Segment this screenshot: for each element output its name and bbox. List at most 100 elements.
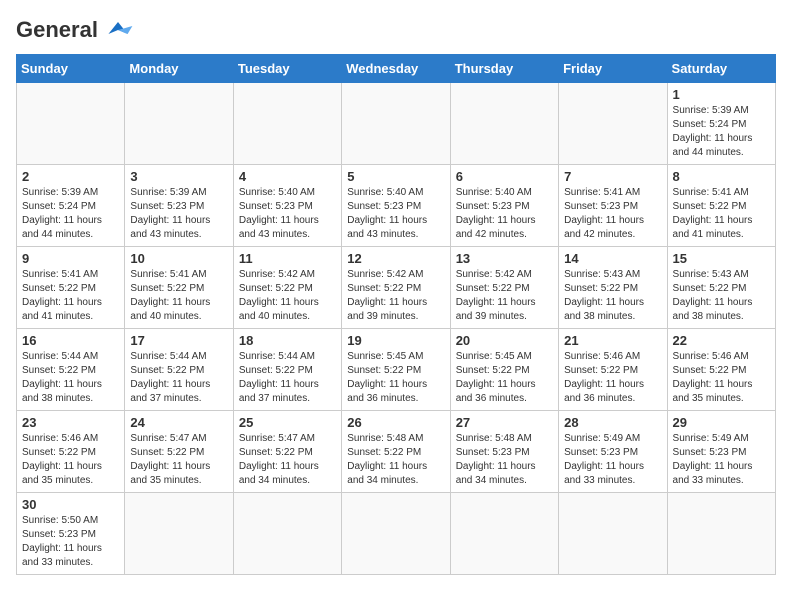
day-number: 29: [673, 415, 770, 430]
calendar-day-cell: 6Sunrise: 5:40 AM Sunset: 5:23 PM Daylig…: [450, 165, 558, 247]
calendar-week-row: 2 Sunrise: 5:39 AM Sunset: 5:24 PM Daylig…: [17, 165, 776, 247]
day-info: Sunrise: 5:43 AM Sunset: 5:22 PM Dayligh…: [673, 268, 770, 324]
day-info: Sunrise: 5:46 AM Sunset: 5:22 PM Dayligh…: [22, 432, 119, 488]
day-number: 18: [239, 333, 336, 348]
calendar-day-cell: 7 Sunrise: 5:41 AM Sunset: 5:23 PM Daylig…: [559, 165, 667, 247]
calendar-day-cell: 22 Sunrise: 5:46 AM Sunset: 5:22 PM Dayli…: [667, 329, 775, 411]
day-number: 22: [673, 333, 770, 348]
calendar-day-cell: 23 Sunrise: 5:46 AM Sunset: 5:22 PM Dayli…: [17, 411, 125, 493]
calendar-day-cell: 20 Sunrise: 5:45 AM Sunset: 5:22 PM Dayli…: [450, 329, 558, 411]
calendar-day-cell: 3 Sunrise: 5:39 AM Sunset: 5:23 PM Daylig…: [125, 165, 233, 247]
day-number: 20: [456, 333, 553, 348]
day-info: Sunrise: 5:46 AM Sunset: 5:22 PM Dayligh…: [673, 350, 770, 406]
day-number: 11: [239, 251, 336, 266]
calendar-day-cell: 25Sunrise: 5:47 AM Sunset: 5:22 PM Dayli…: [233, 411, 341, 493]
day-number: 13: [456, 251, 553, 266]
calendar-day-cell: 19 Sunrise: 5:45 AM Sunset: 5:22 PM Dayli…: [342, 329, 450, 411]
calendar-day-cell: [450, 83, 558, 165]
calendar-day-cell: 1 Sunrise: 5:39 AM Sunset: 5:24 PM Daylig…: [667, 83, 775, 165]
day-number: 4: [239, 169, 336, 184]
day-info: Sunrise: 5:49 AM Sunset: 5:23 PM Dayligh…: [673, 432, 770, 488]
day-number: 7: [564, 169, 661, 184]
day-number: 21: [564, 333, 661, 348]
day-number: 1: [673, 87, 770, 102]
calendar-day-cell: 27 Sunrise: 5:48 AM Sunset: 5:23 PM Dayli…: [450, 411, 558, 493]
calendar-week-row: 9 Sunrise: 5:41 AM Sunset: 5:22 PM Daylig…: [17, 247, 776, 329]
calendar-day-cell: 10 Sunrise: 5:41 AM Sunset: 5:22 PM Dayli…: [125, 247, 233, 329]
day-number: 17: [130, 333, 227, 348]
day-info: Sunrise: 5:39 AM Sunset: 5:23 PM Dayligh…: [130, 186, 227, 242]
day-info: Sunrise: 5:50 AM Sunset: 5:23 PM Dayligh…: [22, 514, 119, 570]
calendar-day-cell: 4Sunrise: 5:40 AM Sunset: 5:23 PM Daylig…: [233, 165, 341, 247]
calendar-day-cell: [667, 493, 775, 575]
day-info: Sunrise: 5:48 AM Sunset: 5:23 PM Dayligh…: [456, 432, 553, 488]
calendar-day-cell: 21 Sunrise: 5:46 AM Sunset: 5:22 PM Dayli…: [559, 329, 667, 411]
day-number: 26: [347, 415, 444, 430]
day-number: 27: [456, 415, 553, 430]
day-number: 24: [130, 415, 227, 430]
calendar-day-cell: [233, 493, 341, 575]
weekday-header-friday: Friday: [559, 55, 667, 83]
calendar-day-cell: 15 Sunrise: 5:43 AM Sunset: 5:22 PM Dayli…: [667, 247, 775, 329]
weekday-header-wednesday: Wednesday: [342, 55, 450, 83]
day-info: Sunrise: 5:42 AM Sunset: 5:22 PM Dayligh…: [456, 268, 553, 324]
day-number: 19: [347, 333, 444, 348]
calendar-day-cell: 30 Sunrise: 5:50 AM Sunset: 5:23 PM Dayli…: [17, 493, 125, 575]
calendar-week-row: 1 Sunrise: 5:39 AM Sunset: 5:24 PM Daylig…: [17, 83, 776, 165]
calendar-week-row: 30 Sunrise: 5:50 AM Sunset: 5:23 PM Dayli…: [17, 493, 776, 575]
calendar-day-cell: 17 Sunrise: 5:44 AM Sunset: 5:22 PM Dayli…: [125, 329, 233, 411]
day-number: 23: [22, 415, 119, 430]
day-number: 30: [22, 497, 119, 512]
calendar-day-cell: [125, 83, 233, 165]
weekday-header-tuesday: Tuesday: [233, 55, 341, 83]
calendar-table: SundayMondayTuesdayWednesdayThursdayFrid…: [16, 54, 776, 575]
day-info: Sunrise: 5:44 AM Sunset: 5:22 PM Dayligh…: [22, 350, 119, 406]
logo: General: [16, 16, 134, 44]
day-number: 16: [22, 333, 119, 348]
day-info: Sunrise: 5:43 AM Sunset: 5:22 PM Dayligh…: [564, 268, 661, 324]
day-info: Sunrise: 5:40 AM Sunset: 5:23 PM Dayligh…: [456, 186, 553, 242]
day-number: 10: [130, 251, 227, 266]
calendar-day-cell: [559, 83, 667, 165]
day-info: Sunrise: 5:42 AM Sunset: 5:22 PM Dayligh…: [347, 268, 444, 324]
day-info: Sunrise: 5:42 AM Sunset: 5:22 PM Dayligh…: [239, 268, 336, 324]
day-info: Sunrise: 5:39 AM Sunset: 5:24 PM Dayligh…: [22, 186, 119, 242]
logo-general-text: General: [16, 17, 98, 43]
day-number: 3: [130, 169, 227, 184]
calendar-day-cell: 12 Sunrise: 5:42 AM Sunset: 5:22 PM Dayli…: [342, 247, 450, 329]
day-info: Sunrise: 5:39 AM Sunset: 5:24 PM Dayligh…: [673, 104, 770, 160]
day-info: Sunrise: 5:44 AM Sunset: 5:22 PM Dayligh…: [239, 350, 336, 406]
calendar-day-cell: 14Sunrise: 5:43 AM Sunset: 5:22 PM Dayli…: [559, 247, 667, 329]
calendar-day-cell: [450, 493, 558, 575]
day-info: Sunrise: 5:41 AM Sunset: 5:23 PM Dayligh…: [564, 186, 661, 242]
calendar-day-cell: [342, 493, 450, 575]
day-info: Sunrise: 5:41 AM Sunset: 5:22 PM Dayligh…: [130, 268, 227, 324]
calendar-day-cell: 9 Sunrise: 5:41 AM Sunset: 5:22 PM Daylig…: [17, 247, 125, 329]
day-number: 2: [22, 169, 119, 184]
weekday-header-monday: Monday: [125, 55, 233, 83]
day-number: 8: [673, 169, 770, 184]
day-info: Sunrise: 5:48 AM Sunset: 5:22 PM Dayligh…: [347, 432, 444, 488]
calendar-day-cell: [125, 493, 233, 575]
day-number: 15: [673, 251, 770, 266]
day-info: Sunrise: 5:46 AM Sunset: 5:22 PM Dayligh…: [564, 350, 661, 406]
weekday-header-row: SundayMondayTuesdayWednesdayThursdayFrid…: [17, 55, 776, 83]
calendar-day-cell: 2 Sunrise: 5:39 AM Sunset: 5:24 PM Daylig…: [17, 165, 125, 247]
day-info: Sunrise: 5:45 AM Sunset: 5:22 PM Dayligh…: [456, 350, 553, 406]
calendar-day-cell: [559, 493, 667, 575]
calendar-day-cell: [342, 83, 450, 165]
calendar-day-cell: 5Sunrise: 5:40 AM Sunset: 5:23 PM Daylig…: [342, 165, 450, 247]
day-number: 5: [347, 169, 444, 184]
day-info: Sunrise: 5:44 AM Sunset: 5:22 PM Dayligh…: [130, 350, 227, 406]
day-number: 9: [22, 251, 119, 266]
calendar-day-cell: 28Sunrise: 5:49 AM Sunset: 5:23 PM Dayli…: [559, 411, 667, 493]
day-info: Sunrise: 5:41 AM Sunset: 5:22 PM Dayligh…: [22, 268, 119, 324]
day-info: Sunrise: 5:41 AM Sunset: 5:22 PM Dayligh…: [673, 186, 770, 242]
day-number: 12: [347, 251, 444, 266]
header: General: [16, 16, 776, 44]
calendar-day-cell: 26 Sunrise: 5:48 AM Sunset: 5:22 PM Dayli…: [342, 411, 450, 493]
weekday-header-sunday: Sunday: [17, 55, 125, 83]
day-info: Sunrise: 5:47 AM Sunset: 5:22 PM Dayligh…: [239, 432, 336, 488]
calendar-day-cell: [17, 83, 125, 165]
day-info: Sunrise: 5:45 AM Sunset: 5:22 PM Dayligh…: [347, 350, 444, 406]
